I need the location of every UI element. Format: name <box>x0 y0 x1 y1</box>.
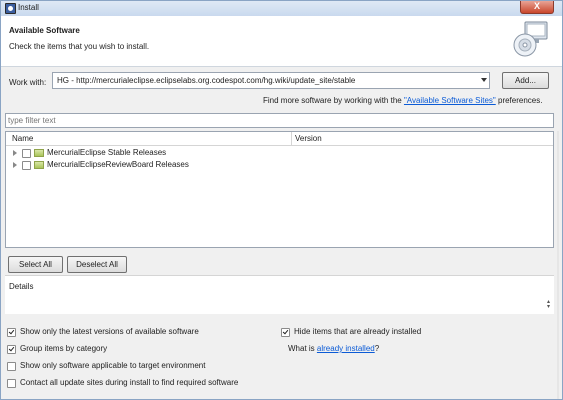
chevron-down-icon[interactable] <box>481 78 487 82</box>
target-environment-label: Show only software applicable to target … <box>20 361 206 370</box>
contact-sites-label: Contact all update sites during install … <box>20 378 239 387</box>
tree-row-label: MercurialEclipseReviewBoard Releases <box>47 160 189 169</box>
page-title: Available Software <box>9 26 80 35</box>
tree-row[interactable]: MercurialEclipse Stable Releases <box>6 147 553 159</box>
select-all-button[interactable]: Select All <box>8 256 63 273</box>
dialog-edge <box>557 131 559 399</box>
already-installed-link[interactable]: already installed <box>317 344 375 353</box>
available-software-sites-link[interactable]: "Available Software Sites" <box>404 96 496 105</box>
work-with-label: Work with: <box>9 78 47 87</box>
target-environment-checkbox[interactable] <box>7 362 16 371</box>
work-with-combo[interactable]: HG - http://mercurialeclipse.eclipselabs… <box>52 72 490 89</box>
find-more-prefix: Find more software by working with the <box>263 96 404 105</box>
dialog-header: Available Software Check the items that … <box>1 16 562 67</box>
title-bar[interactable]: Install X <box>1 1 562 16</box>
eclipse-app-icon <box>5 3 16 14</box>
filter-field[interactable] <box>5 113 554 128</box>
contact-sites-checkbox[interactable] <box>7 379 16 388</box>
tree-header: Name Version <box>6 132 553 146</box>
close-button[interactable]: X <box>520 1 554 14</box>
category-folder-icon <box>34 149 44 157</box>
install-cd-icon <box>513 21 548 57</box>
what-is-prefix: What is <box>288 344 317 353</box>
what-is-installed-text: What is already installed? <box>288 344 379 353</box>
what-is-suffix: ? <box>374 344 380 353</box>
column-name[interactable]: Name <box>12 134 33 143</box>
install-dialog: Install X Available Software Check the i… <box>0 0 563 400</box>
latest-versions-label: Show only the latest versions of availab… <box>20 327 199 336</box>
tree-row-label: MercurialEclipse Stable Releases <box>47 148 167 157</box>
tree-row-checkbox[interactable] <box>22 149 31 158</box>
filter-input[interactable] <box>8 115 548 126</box>
deselect-all-button[interactable]: Deselect All <box>67 256 127 273</box>
details-scroll-icon[interactable]: ▴ ▾ <box>547 299 550 310</box>
expand-arrow-icon[interactable] <box>13 162 17 168</box>
group-by-category-checkbox[interactable] <box>7 345 16 354</box>
group-by-category-label: Group items by category <box>20 344 108 353</box>
tree-row-checkbox[interactable] <box>22 161 31 170</box>
details-panel: Details ▴ ▾ <box>5 275 554 314</box>
work-with-value: HG - http://mercurialeclipse.eclipselabs… <box>57 76 356 85</box>
add-site-button[interactable]: Add... <box>502 72 549 89</box>
details-label: Details <box>9 282 34 291</box>
page-subtitle: Check the items that you wish to install… <box>9 42 150 51</box>
expand-arrow-icon[interactable] <box>13 150 17 156</box>
hide-installed-checkbox[interactable] <box>281 328 290 337</box>
software-tree[interactable]: Name Version MercurialEclipse Stable Rel… <box>5 131 554 248</box>
latest-versions-checkbox[interactable] <box>7 328 16 337</box>
tree-row[interactable]: MercurialEclipseReviewBoard Releases <box>6 159 553 171</box>
column-version[interactable]: Version <box>295 134 322 143</box>
find-more-suffix: preferences. <box>495 96 543 105</box>
column-divider[interactable] <box>291 132 292 145</box>
window-title: Install <box>18 3 39 12</box>
category-folder-icon <box>34 161 44 169</box>
find-more-text: Find more software by working with the "… <box>263 96 542 105</box>
hide-installed-label: Hide items that are already installed <box>294 327 422 336</box>
